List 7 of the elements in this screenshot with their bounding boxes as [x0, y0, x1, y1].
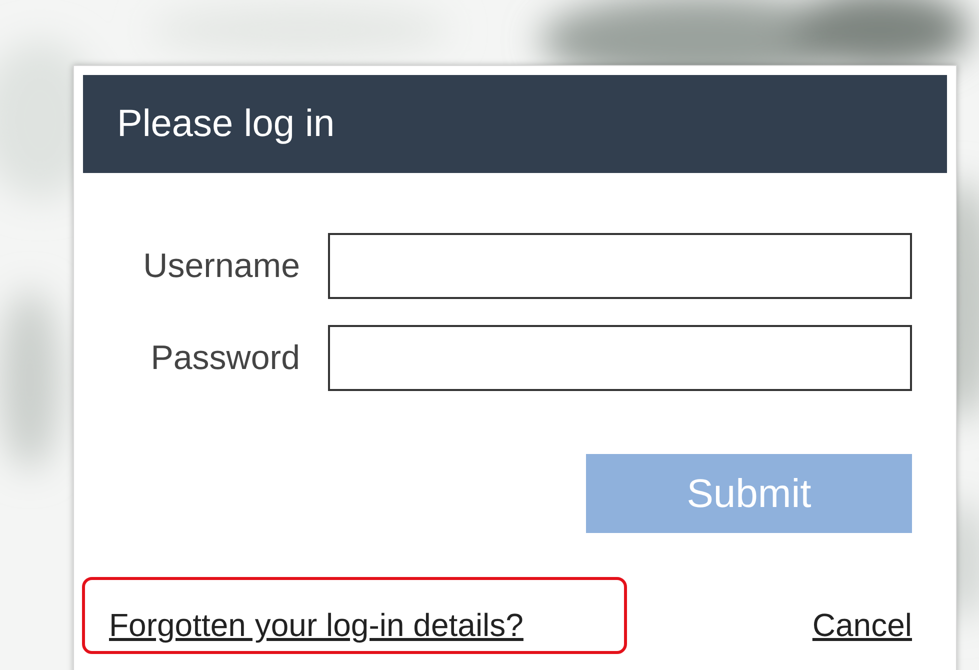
dialog-title: Please log in [117, 102, 335, 146]
field-label: Username [143, 246, 300, 286]
text-field[interactable] [328, 325, 912, 391]
field-label: Password [150, 338, 300, 378]
cancel-link[interactable]: Cancel [812, 601, 912, 649]
text-field[interactable] [328, 233, 912, 299]
forgot-details-link[interactable]: Forgotten your log-in details? [109, 607, 524, 643]
